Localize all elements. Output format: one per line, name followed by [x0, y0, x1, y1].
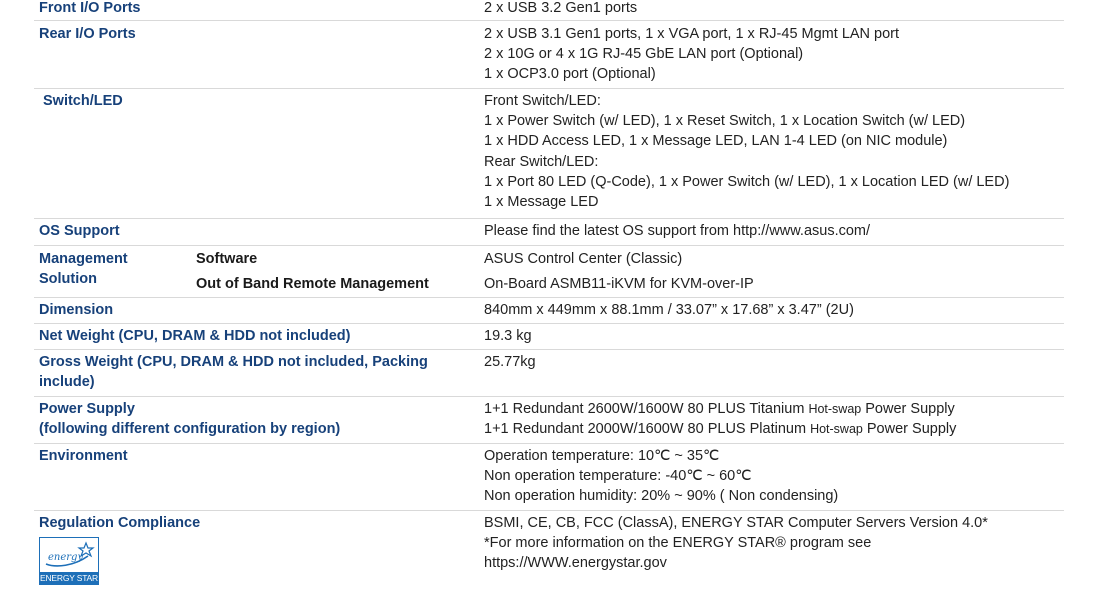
row-label: Environment — [39, 448, 128, 464]
spec-row-regulation: Regulation Compliance energy ENERGY STAR… — [34, 511, 1064, 591]
row-value: 2 x USB 3.1 Gen1 ports, 1 x VGA port, 1 … — [484, 26, 900, 83]
row-label: Regulation Compliance — [39, 515, 201, 531]
energy-star-label: ENERGY STAR — [40, 572, 98, 584]
spec-row-environment: Environment Operation temperature: 10℃ ~… — [34, 444, 1064, 511]
row-label: Power Supply (following different config… — [39, 401, 341, 437]
spec-row-os-support: OS Support Please find the latest OS sup… — [34, 219, 1064, 246]
row-value: 19.3 kg — [484, 328, 532, 344]
row-value: 840mm x 449mm x 88.1mm / 33.07” x 17.68”… — [484, 302, 854, 318]
row-value: 25.77kg — [484, 354, 536, 370]
spec-row-dimension: Dimension 840mm x 449mm x 88.1mm / 33.07… — [34, 298, 1064, 324]
spec-row-rear-io: Rear I/O Ports 2 x USB 3.1 Gen1 ports, 1… — [34, 21, 1064, 89]
spec-row-power-supply: Power Supply (following different config… — [34, 397, 1064, 444]
row-label: OS Support — [39, 223, 120, 239]
row-value: Front Switch/LED: 1 x Power Switch (w/ L… — [484, 93, 1010, 211]
spec-row-front-io: Front I/O Ports 2 x USB 3.2 Gen1 ports — [34, 0, 1064, 21]
row-value: 1+1 Redundant 2600W/1600W 80 PLUS Titani… — [484, 401, 957, 438]
svg-text:energy: energy — [48, 552, 83, 563]
row-label: Rear I/O Ports — [39, 26, 136, 42]
row-value: 2 x USB 3.2 Gen1 ports — [484, 0, 638, 16]
spec-row-switch-led: Switch/LED Front Switch/LED: 1 x Power S… — [34, 89, 1064, 219]
spec-table: Front I/O Ports 2 x USB 3.2 Gen1 ports R… — [34, 0, 1064, 591]
row-value: Operation temperature: 10℃ ~ 35℃ Non ope… — [484, 448, 839, 505]
sub-label-oob-management: Out of Band Remote Management — [196, 276, 429, 292]
row-label: Switch/LED — [43, 93, 123, 109]
energy-star-icon: energy — [40, 538, 98, 571]
spec-row-net-weight: Net Weight (CPU, DRAM & HDD not included… — [34, 324, 1064, 350]
energy-star-logo: energy ENERGY STAR — [39, 537, 99, 585]
row-label: Dimension — [39, 302, 114, 318]
row-label: Net Weight (CPU, DRAM & HDD not included… — [39, 328, 351, 344]
spec-row-gross-weight: Gross Weight (CPU, DRAM & HDD not includ… — [34, 350, 1064, 397]
row-value: Please find the latest OS support from h… — [484, 223, 871, 239]
spec-row-management: Management Solution Software Out of Band… — [34, 246, 1064, 298]
sub-label-software: Software — [196, 251, 258, 267]
row-label: Gross Weight (CPU, DRAM & HDD not includ… — [39, 354, 428, 390]
row-value: ASUS Control Center (Classic) On-Board A… — [484, 251, 754, 292]
row-value: BSMI, CE, CB, FCC (ClassA), ENERGY STAR … — [484, 515, 988, 572]
row-label: Front I/O Ports — [39, 0, 141, 16]
